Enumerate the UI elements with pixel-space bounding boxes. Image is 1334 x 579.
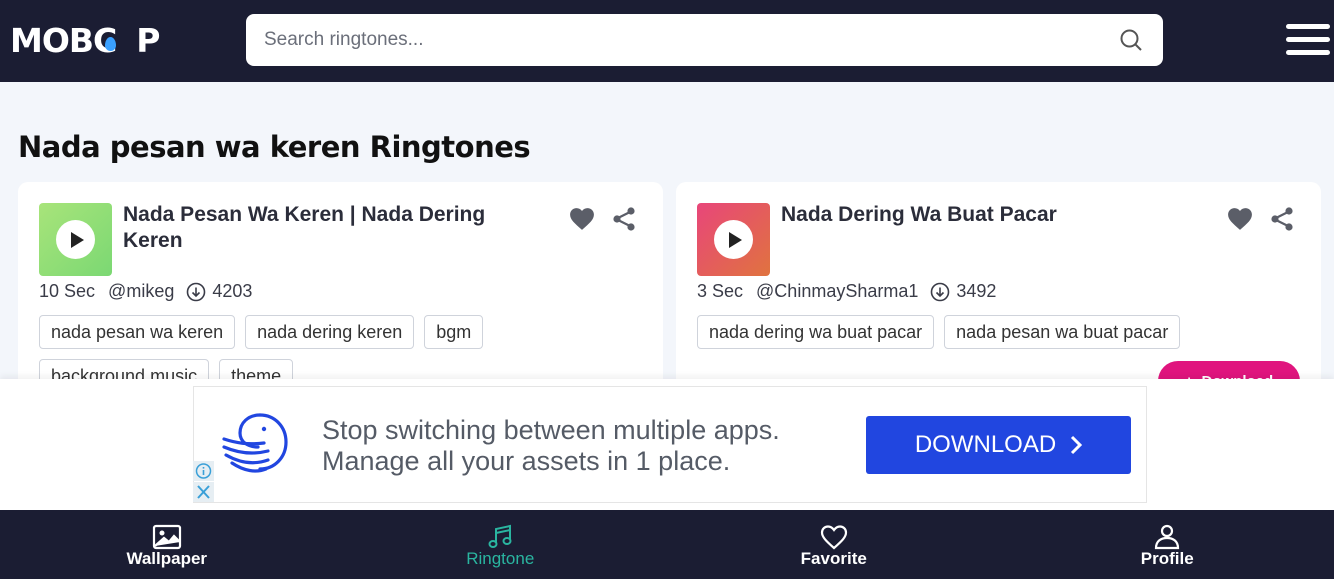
- ringtone-author[interactable]: @ChinmaySharma1: [756, 281, 918, 302]
- favorite-heart-icon[interactable]: [569, 207, 595, 231]
- nav-item-ringtone[interactable]: Ringtone: [334, 510, 668, 579]
- tag-chip[interactable]: nada pesan wa keren: [39, 315, 236, 349]
- nav-label: Favorite: [800, 549, 867, 568]
- ringtone-meta: 3 Sec @ChinmaySharma1 3492: [697, 281, 996, 302]
- play-icon[interactable]: [56, 220, 95, 259]
- ad-line-1: Stop switching between multiple apps.: [322, 415, 780, 445]
- hamburger-menu-icon[interactable]: [1286, 24, 1330, 56]
- ad-line-2: Manage all your assets in 1 place.: [322, 446, 731, 476]
- tag-chip[interactable]: nada dering keren: [245, 315, 415, 349]
- search-icon[interactable]: [1119, 28, 1143, 52]
- nav-item-wallpaper[interactable]: Wallpaper: [0, 510, 334, 579]
- tag-chip[interactable]: bgm: [424, 315, 484, 349]
- ringtone-meta: 10 Sec @mikeg 4203: [39, 281, 252, 302]
- ad-text: Stop switching between multiple apps. Ma…: [322, 415, 780, 477]
- favorite-heart-icon[interactable]: [1227, 207, 1253, 231]
- ringtone-title[interactable]: Nada Pesan Wa Keren | Nada Dering Keren: [123, 202, 543, 254]
- nav-label: Wallpaper: [126, 549, 208, 568]
- ringtone-card[interactable]: Nada Pesan Wa Keren | Nada Dering Keren …: [18, 182, 663, 402]
- nav-label: Profile: [1140, 549, 1194, 568]
- heart-outline-icon: [820, 525, 847, 550]
- ad-brand-logo-icon: [222, 413, 288, 473]
- music-note-icon: [488, 524, 512, 548]
- ringtone-thumbnail[interactable]: [39, 203, 112, 276]
- chevron-right-icon: [1071, 435, 1083, 455]
- tag-chip[interactable]: nada dering wa buat pacar: [697, 315, 935, 349]
- site-logo[interactable]: MOBC P: [10, 20, 160, 60]
- ringtone-duration: 3 Sec: [697, 281, 744, 301]
- nav-item-profile[interactable]: Profile: [1001, 510, 1334, 579]
- nav-label: Ringtone: [466, 549, 535, 568]
- ringtone-author[interactable]: @mikeg: [108, 281, 174, 302]
- page-title: Nada pesan wa keren Ringtones: [18, 130, 531, 164]
- play-icon[interactable]: [714, 220, 753, 259]
- search-bar[interactable]: [246, 14, 1163, 66]
- ringtone-duration: 10 Sec: [39, 281, 96, 301]
- ad-content[interactable]: Stop switching between multiple apps. Ma…: [193, 386, 1147, 503]
- tag-list: nada dering wa buat pacar nada pesan wa …: [697, 315, 1307, 349]
- ad-close-icon[interactable]: [193, 482, 214, 502]
- ad-download-button[interactable]: DOWNLOAD: [866, 416, 1131, 474]
- image-icon: [152, 524, 181, 550]
- download-count: 3492: [956, 281, 997, 301]
- download-count-icon: [187, 282, 206, 301]
- tag-chip[interactable]: nada pesan wa buat pacar: [944, 315, 1181, 349]
- ringtone-title[interactable]: Nada Dering Wa Buat Pacar: [781, 202, 1201, 228]
- share-icon[interactable]: [1270, 206, 1294, 232]
- top-header: MOBC P: [0, 0, 1334, 82]
- ad-download-label: DOWNLOAD: [914, 431, 1057, 458]
- ringtone-card[interactable]: Nada Dering Wa Buat Pacar 3 Sec @Chinmay…: [676, 182, 1321, 402]
- download-count: 4203: [212, 281, 253, 301]
- nav-item-favorite[interactable]: Favorite: [667, 510, 1001, 579]
- share-icon[interactable]: [612, 206, 636, 232]
- download-count-icon: [931, 282, 950, 301]
- bottom-navigation: Wallpaper Ringtone Favorite Profile: [0, 510, 1334, 579]
- user-icon: [1155, 524, 1180, 550]
- logo-drop-icon: [105, 37, 116, 51]
- logo-text: MOBC P: [10, 20, 160, 60]
- ringtone-thumbnail[interactable]: [697, 203, 770, 276]
- search-input[interactable]: [246, 14, 1106, 66]
- ad-info-icon[interactable]: [193, 461, 214, 481]
